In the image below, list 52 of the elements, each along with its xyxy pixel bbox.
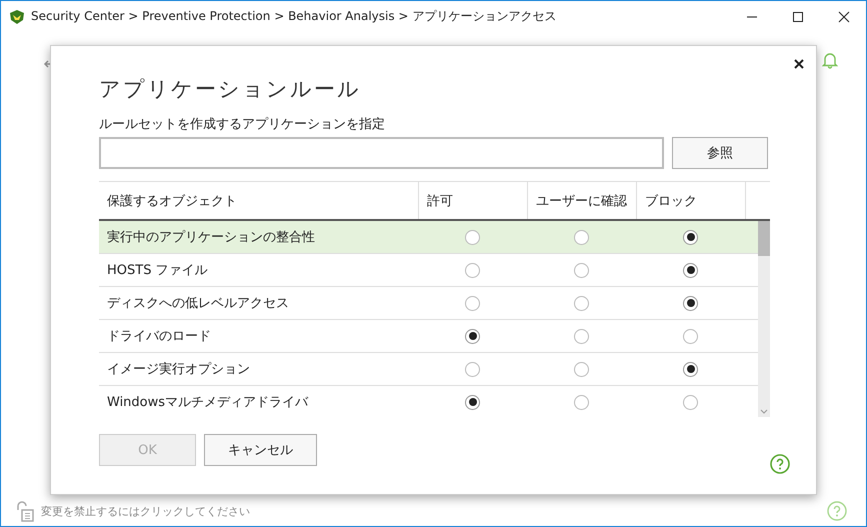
application-input-field[interactable] xyxy=(99,137,664,169)
radio-button[interactable] xyxy=(574,230,589,244)
radio-button[interactable] xyxy=(465,262,480,278)
column-header: 保護するオブジェクト xyxy=(106,192,238,210)
app-logo-icon xyxy=(9,8,25,24)
object-name: 実行中のアプリケーションの整合性 xyxy=(106,229,316,246)
radio-button[interactable] xyxy=(683,262,698,278)
back-arrow-icon[interactable] xyxy=(43,59,53,69)
close-icon[interactable] xyxy=(794,59,804,69)
unlocked-padlock-icon[interactable] xyxy=(15,500,35,522)
column-header: ブロック xyxy=(636,182,745,219)
radio-button[interactable] xyxy=(574,296,589,310)
radio-button[interactable] xyxy=(683,230,698,244)
radio-button[interactable] xyxy=(683,328,698,344)
radio-button[interactable] xyxy=(683,362,698,376)
radio-button[interactable] xyxy=(683,394,698,410)
bell-icon[interactable] xyxy=(822,51,838,69)
table-row[interactable]: HOSTS ファイル xyxy=(99,254,758,287)
object-name: Windowsマルチメディアドライバ xyxy=(106,394,310,411)
window-title: Security Center > Preventive Protection > Behavior Analysis > アプリケーションアクセス xyxy=(31,8,556,25)
column-header: 許可 xyxy=(418,182,527,219)
browse-button[interactable]: 参照 xyxy=(672,137,768,169)
radio-button[interactable] xyxy=(465,296,480,310)
table-row[interactable]: 実行中のアプリケーションの整合性 xyxy=(99,221,758,254)
column-header: ユーザーに確認 xyxy=(527,182,636,219)
radio-button[interactable] xyxy=(574,394,589,410)
scrollbar[interactable] xyxy=(758,221,770,417)
scroll-down-icon[interactable] xyxy=(760,409,768,414)
object-name: HOSTS ファイル xyxy=(106,262,209,279)
radio-button[interactable] xyxy=(465,394,480,410)
cancel-button[interactable]: キャンセル xyxy=(204,434,317,466)
table-row[interactable]: イメージ実行オプション xyxy=(99,353,758,386)
object-name: ディスクへの低レベルアクセス xyxy=(106,295,290,312)
radio-button[interactable] xyxy=(465,230,480,244)
table-row[interactable]: Windowsマルチメディアドライバ xyxy=(99,386,758,417)
radio-button[interactable] xyxy=(465,328,480,344)
maximize-icon[interactable] xyxy=(792,10,804,22)
table-row[interactable]: ドライバのロード xyxy=(99,320,758,353)
field-label: ルールセットを作成するアプリケーションを指定 xyxy=(99,116,386,134)
help-icon[interactable] xyxy=(770,454,790,474)
radio-button[interactable] xyxy=(465,362,480,376)
table-row[interactable]: ディスクへの低レベルアクセス xyxy=(99,287,758,320)
close-icon[interactable] xyxy=(838,10,850,22)
help-icon[interactable] xyxy=(827,501,847,521)
radio-button[interactable] xyxy=(574,262,589,278)
radio-button[interactable] xyxy=(683,296,698,310)
radio-button[interactable] xyxy=(574,362,589,376)
object-name: ドライバのロード xyxy=(106,328,212,345)
status-link[interactable]: 変更を禁止するにはクリックしてください xyxy=(41,504,250,518)
object-name: イメージ実行オプション xyxy=(106,361,251,378)
radio-button[interactable] xyxy=(574,328,589,344)
dialog-title: アプリケーションルール xyxy=(99,76,362,103)
